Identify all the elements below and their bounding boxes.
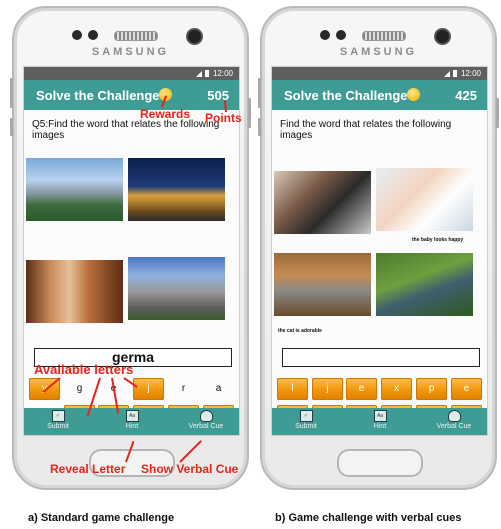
- speaker-grill: [362, 31, 406, 41]
- bottom-nav: ✓ Submit Aa Hint Verbal Cue: [272, 408, 487, 435]
- rewards-annotation: Rewards: [140, 107, 191, 121]
- volume-button: [258, 78, 261, 108]
- submit-label: Submit: [47, 423, 69, 430]
- letter-key[interactable]: x: [381, 378, 412, 400]
- question-text: Q5:Find the word that relates the follow…: [32, 119, 220, 141]
- phone-left: SAMSUNG 12:00 Solve the Challenge 505 Q5…: [10, 6, 251, 490]
- battery-icon: [204, 70, 209, 77]
- hint-button[interactable]: Aa Hint: [102, 410, 162, 430]
- submit-icon: ✓: [299, 410, 313, 422]
- available-letters-annotation: Available letters: [34, 362, 134, 377]
- answer-field[interactable]: [282, 348, 480, 367]
- volume-button: [10, 118, 13, 136]
- page-title: Solve the Challenge: [36, 88, 160, 103]
- battery-icon: [452, 70, 457, 77]
- letter-key[interactable]: p: [416, 378, 447, 400]
- verbal-cue-button[interactable]: Verbal Cue: [424, 410, 484, 430]
- page-title: Solve the Challenge: [284, 88, 408, 103]
- show-verbal-cue-annotation: Show Verbal Cue: [141, 462, 239, 476]
- oktoberfest-image: [26, 260, 123, 323]
- phone-right: SAMSUNG 12:00 Solve the Challenge 425 Fi…: [258, 6, 499, 490]
- letter-key[interactable]: e: [346, 378, 377, 400]
- points-counter: 425: [455, 88, 477, 103]
- baby-caption: the baby looks happy: [412, 237, 464, 243]
- hint-icon: Aa: [373, 410, 387, 422]
- brand-logo: SAMSUNG: [339, 46, 418, 58]
- screen: 12:00 Solve the Challenge 425 Find the w…: [271, 66, 488, 436]
- right-figure-caption: b) Game challenge with verbal cues: [275, 512, 462, 524]
- signal-icon: [443, 71, 450, 77]
- power-button: [496, 98, 499, 128]
- speaker-grill: [114, 31, 158, 41]
- submit-button[interactable]: ✓ Submit: [276, 410, 336, 430]
- brand-logo: SAMSUNG: [91, 46, 170, 58]
- hint-icon: Aa: [125, 410, 139, 422]
- letter-key[interactable]: j: [312, 378, 343, 400]
- reveal-letter-annotation: Reveal Letter: [50, 462, 126, 476]
- lightbulb-icon: [199, 410, 213, 422]
- submit-button[interactable]: ✓ Submit: [28, 410, 88, 430]
- brandenburg-gate-image: [128, 158, 225, 221]
- hint-button[interactable]: Aa Hint: [350, 410, 410, 430]
- left-figure-caption: a) Standard game challenge: [28, 512, 175, 524]
- volume-button: [10, 78, 13, 108]
- letter-key[interactable]: r: [168, 378, 199, 400]
- submit-label: Submit: [295, 423, 317, 430]
- volume-button: [258, 118, 261, 136]
- status-bar: 12:00: [24, 67, 239, 80]
- lightbulb-icon: [447, 410, 461, 422]
- app-bar: Solve the Challenge 505: [24, 80, 239, 110]
- autobahn-image: [128, 257, 225, 320]
- sensors: [72, 30, 98, 40]
- letter-key[interactable]: a: [203, 378, 234, 400]
- letter-key[interactable]: l: [277, 378, 308, 400]
- front-camera: [186, 28, 203, 45]
- bottom-nav: ✓ Submit Aa Hint Verbal Cue: [24, 408, 239, 435]
- sleeping-cat-image: [274, 253, 371, 316]
- hint-label: Hint: [125, 423, 139, 430]
- app-bar: Solve the Challenge 425: [272, 80, 487, 110]
- verbal-cue-label: Verbal Cue: [188, 423, 224, 430]
- verbal-cue-label: Verbal Cue: [436, 423, 472, 430]
- castle-image: [26, 158, 123, 221]
- submit-icon: ✓: [51, 410, 65, 422]
- points-annotation: Points: [205, 111, 242, 125]
- letter-key[interactable]: e: [451, 378, 482, 400]
- sleeping-lawn-image: [376, 253, 473, 316]
- signal-icon: [195, 71, 202, 77]
- status-bar: 12:00: [272, 67, 487, 80]
- status-time: 12:00: [460, 69, 481, 78]
- reward-smiley-icon: [407, 88, 420, 101]
- front-camera: [434, 28, 451, 45]
- cat-caption: the cat is adorable: [278, 328, 322, 334]
- sensors: [320, 30, 346, 40]
- status-time: 12:00: [212, 69, 233, 78]
- sleeping-baby-image: [376, 168, 473, 231]
- letter-key[interactable]: j: [133, 378, 164, 400]
- verbal-cue-button[interactable]: Verbal Cue: [176, 410, 236, 430]
- home-button[interactable]: [337, 449, 423, 477]
- question-text: Find the word that relates the following…: [280, 119, 452, 141]
- power-button: [248, 98, 251, 128]
- hint-label: Hint: [373, 423, 387, 430]
- sleeping-man-image: [274, 171, 371, 234]
- letter-key[interactable]: g: [64, 378, 95, 400]
